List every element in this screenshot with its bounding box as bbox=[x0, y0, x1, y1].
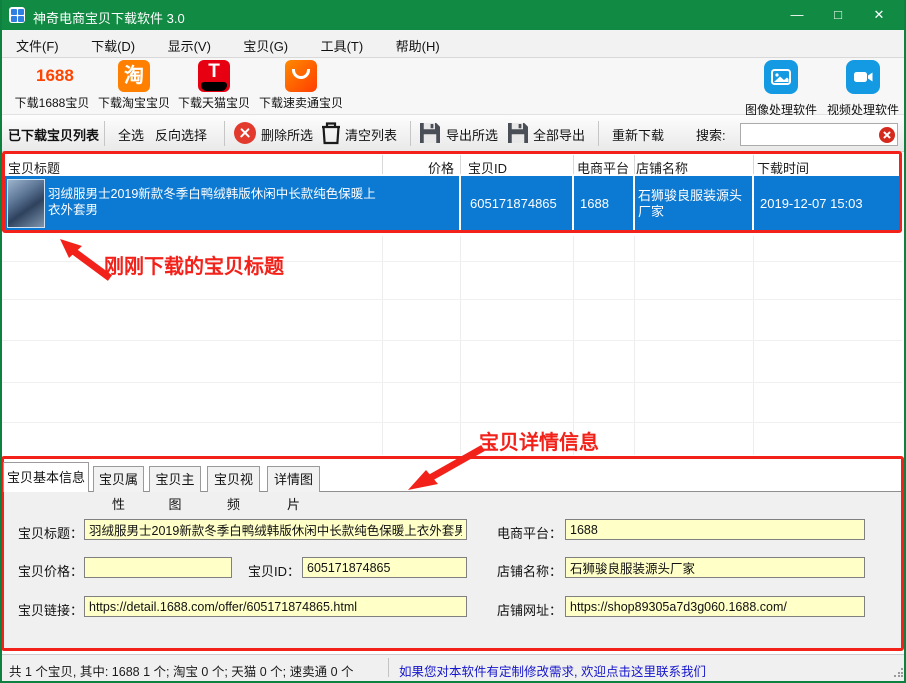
resize-grip[interactable] bbox=[894, 668, 903, 677]
download-tmall-button[interactable]: T 下载天猫宝贝 bbox=[176, 60, 252, 114]
clear-list-button[interactable]: 清空列表 bbox=[345, 125, 397, 144]
search-label: 搜索: bbox=[696, 125, 726, 144]
close-button[interactable]: ✕ bbox=[859, 0, 899, 30]
video-software-button[interactable]: 视频处理软件 bbox=[823, 60, 903, 114]
status-separator bbox=[388, 658, 389, 677]
image-software-icon bbox=[764, 60, 798, 94]
status-summary: 共 1 个宝贝, 其中: 1688 1 个; 淘宝 0 个; 天猫 0 个; 速… bbox=[9, 661, 354, 680]
toolbar-separator bbox=[104, 121, 105, 146]
annotation-arrow-down bbox=[398, 442, 490, 494]
menu-download[interactable]: 下载(D) bbox=[77, 30, 149, 58]
download-aliexpress-button[interactable]: 下载速卖通宝贝 bbox=[256, 60, 346, 114]
aliexpress-smile-icon bbox=[285, 60, 317, 92]
menu-tools[interactable]: 工具(T) bbox=[307, 30, 378, 58]
title-bar: 神奇电商宝贝下载软件 3.0 — □ ✕ bbox=[0, 0, 906, 30]
redownload-button[interactable]: 重新下载 bbox=[612, 125, 664, 144]
toolbar-separator bbox=[224, 121, 225, 146]
clear-list-icon[interactable] bbox=[320, 121, 342, 150]
export-selected-button[interactable]: 导出所选 bbox=[446, 125, 498, 144]
menu-view[interactable]: 显示(V) bbox=[154, 30, 225, 58]
app-window: 神奇电商宝贝下载软件 3.0 — □ ✕ 文件(F) 下载(D) 显示(V) 宝… bbox=[0, 0, 906, 683]
download-1688-button[interactable]: 1688 下载1688宝贝 bbox=[6, 60, 98, 114]
annotation-detail-note: 宝贝详情信息 bbox=[479, 426, 599, 455]
export-all-button[interactable]: 全部导出 bbox=[533, 125, 585, 144]
search-clear-icon[interactable] bbox=[879, 127, 895, 143]
window-border bbox=[0, 0, 2, 683]
menu-item-baby[interactable]: 宝贝(G) bbox=[229, 30, 302, 58]
maximize-button[interactable]: □ bbox=[818, 0, 858, 30]
video-software-icon bbox=[846, 60, 880, 94]
toolbar-separator bbox=[598, 121, 599, 146]
tab-basic-info[interactable]: 宝贝基本信息 bbox=[3, 462, 89, 492]
toolbar-separator bbox=[410, 121, 411, 146]
export-selected-icon[interactable] bbox=[420, 123, 440, 148]
taobao-icon: 淘 bbox=[118, 60, 150, 92]
select-all-button[interactable]: 全选 bbox=[118, 125, 144, 144]
download-taobao-button[interactable]: 淘 下载淘宝宝贝 bbox=[96, 60, 172, 114]
minimize-button[interactable]: — bbox=[777, 0, 817, 30]
annotation-list-note: 刚刚下载的宝贝标题 bbox=[104, 250, 284, 279]
menu-help[interactable]: 帮助(H) bbox=[382, 30, 454, 58]
download-tmall-label: 下载天猫宝贝 bbox=[176, 94, 252, 111]
delete-selected-button[interactable]: 删除所选 bbox=[261, 125, 313, 144]
download-1688-label: 下载1688宝贝 bbox=[6, 94, 98, 111]
tmall-icon: T bbox=[198, 60, 230, 92]
delete-selected-icon[interactable] bbox=[234, 122, 256, 144]
invert-select-button[interactable]: 反向选择 bbox=[155, 125, 207, 144]
contact-link[interactable]: 如果您对本软件有定制修改需求, 欢迎点击这里联系我们 bbox=[399, 661, 706, 680]
menu-bar: 文件(F) 下载(D) 显示(V) 宝贝(G) 工具(T) 帮助(H) bbox=[2, 30, 904, 58]
list-title: 已下载宝贝列表 bbox=[8, 125, 99, 144]
1688-logo-icon: 1688 bbox=[36, 60, 68, 92]
image-software-button[interactable]: 图像处理软件 bbox=[741, 60, 821, 114]
download-taobao-label: 下载淘宝宝贝 bbox=[96, 94, 172, 111]
menu-file[interactable]: 文件(F) bbox=[2, 30, 73, 58]
window-title: 神奇电商宝贝下载软件 3.0 bbox=[33, 8, 185, 27]
download-aliexpress-label: 下载速卖通宝贝 bbox=[256, 94, 346, 111]
annotation-box-list bbox=[2, 151, 902, 233]
app-logo-icon bbox=[9, 7, 25, 23]
export-all-icon[interactable] bbox=[508, 123, 528, 148]
search-input[interactable] bbox=[740, 123, 898, 146]
